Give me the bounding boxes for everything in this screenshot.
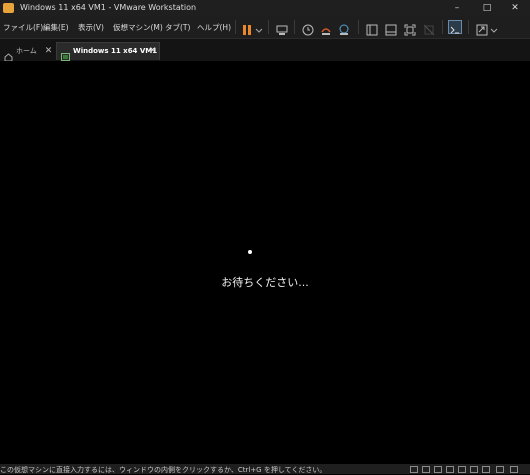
send-ctrl-alt-del-icon[interactable] [276, 21, 288, 35]
usb-icon[interactable] [446, 466, 454, 473]
close-button[interactable]: ✕ [500, 0, 530, 16]
menu-edit[interactable]: 編集(E) [43, 22, 69, 33]
toolbar-separator [358, 20, 359, 34]
display-icon[interactable] [482, 466, 490, 473]
snapshot-icon[interactable] [302, 21, 314, 36]
menu-bar: ファイル(F) 編集(E) 表示(V) 仮想マシン(M) タブ(T) ヘルプ(H… [0, 16, 530, 39]
dropdown-icon[interactable] [255, 21, 263, 33]
tab-vm-label: Windows 11 x64 VM1 [73, 47, 158, 55]
pause-icon[interactable] [241, 21, 253, 35]
menu-vm[interactable]: 仮想マシン(M) [113, 22, 163, 33]
wait-message: お待ちください... [221, 276, 309, 289]
vm-display[interactable] [0, 61, 530, 464]
title-bar: Windows 11 x64 VM1 - VMware Workstation … [0, 0, 530, 16]
home-icon [4, 47, 13, 61]
menu-view[interactable]: 表示(V) [78, 22, 104, 33]
thumbnail-icon[interactable] [385, 21, 397, 36]
status-bar: この仮想マシンに直接入力するには、ウィンドウの内側をクリックするか、Ctrl+G… [0, 464, 530, 474]
snapshot-manager-icon[interactable] [338, 21, 350, 35]
loading-spinner-icon [248, 250, 252, 254]
network-icon[interactable] [434, 466, 442, 473]
grip-icon[interactable] [510, 466, 518, 473]
cd-drive-icon[interactable] [422, 466, 430, 473]
tab-vm[interactable]: Windows 11 x64 VM1 ✕ [56, 42, 160, 61]
toolbar-separator [268, 20, 269, 34]
library-icon[interactable] [366, 21, 378, 36]
minimize-button[interactable]: – [442, 0, 472, 16]
close-icon[interactable]: ✕ [45, 46, 53, 56]
menu-file[interactable]: ファイル(F) [3, 22, 43, 33]
vmware-logo-icon [3, 3, 14, 13]
maximize-button[interactable]: □ [472, 0, 502, 16]
vm-icon [61, 47, 70, 61]
sound-icon[interactable] [458, 466, 466, 473]
close-icon[interactable]: ✕ [149, 46, 157, 56]
view-mode-icon[interactable] [476, 21, 488, 36]
hard-disk-icon[interactable] [410, 466, 418, 473]
message-icon[interactable] [496, 466, 504, 473]
revert-snapshot-icon[interactable] [320, 21, 332, 35]
toolbar-separator [294, 20, 295, 34]
toolbar-separator [442, 20, 443, 34]
tab-home[interactable]: ホーム ✕ [2, 42, 53, 61]
unity-icon[interactable] [423, 21, 435, 36]
printer-icon[interactable] [470, 466, 478, 473]
fullscreen-icon[interactable] [404, 21, 416, 36]
toolbar-separator [235, 20, 236, 34]
menu-help[interactable]: ヘルプ(H) [197, 22, 231, 33]
tab-home-label: ホーム [16, 47, 37, 55]
toolbar-separator [468, 20, 469, 34]
tab-bar: ホーム ✕ Windows 11 x64 VM1 ✕ [0, 39, 530, 61]
window-title: Windows 11 x64 VM1 - VMware Workstation [20, 3, 197, 12]
dropdown-icon[interactable] [490, 21, 498, 33]
menu-tabs[interactable]: タブ(T) [165, 22, 190, 33]
console-icon[interactable] [448, 20, 462, 34]
